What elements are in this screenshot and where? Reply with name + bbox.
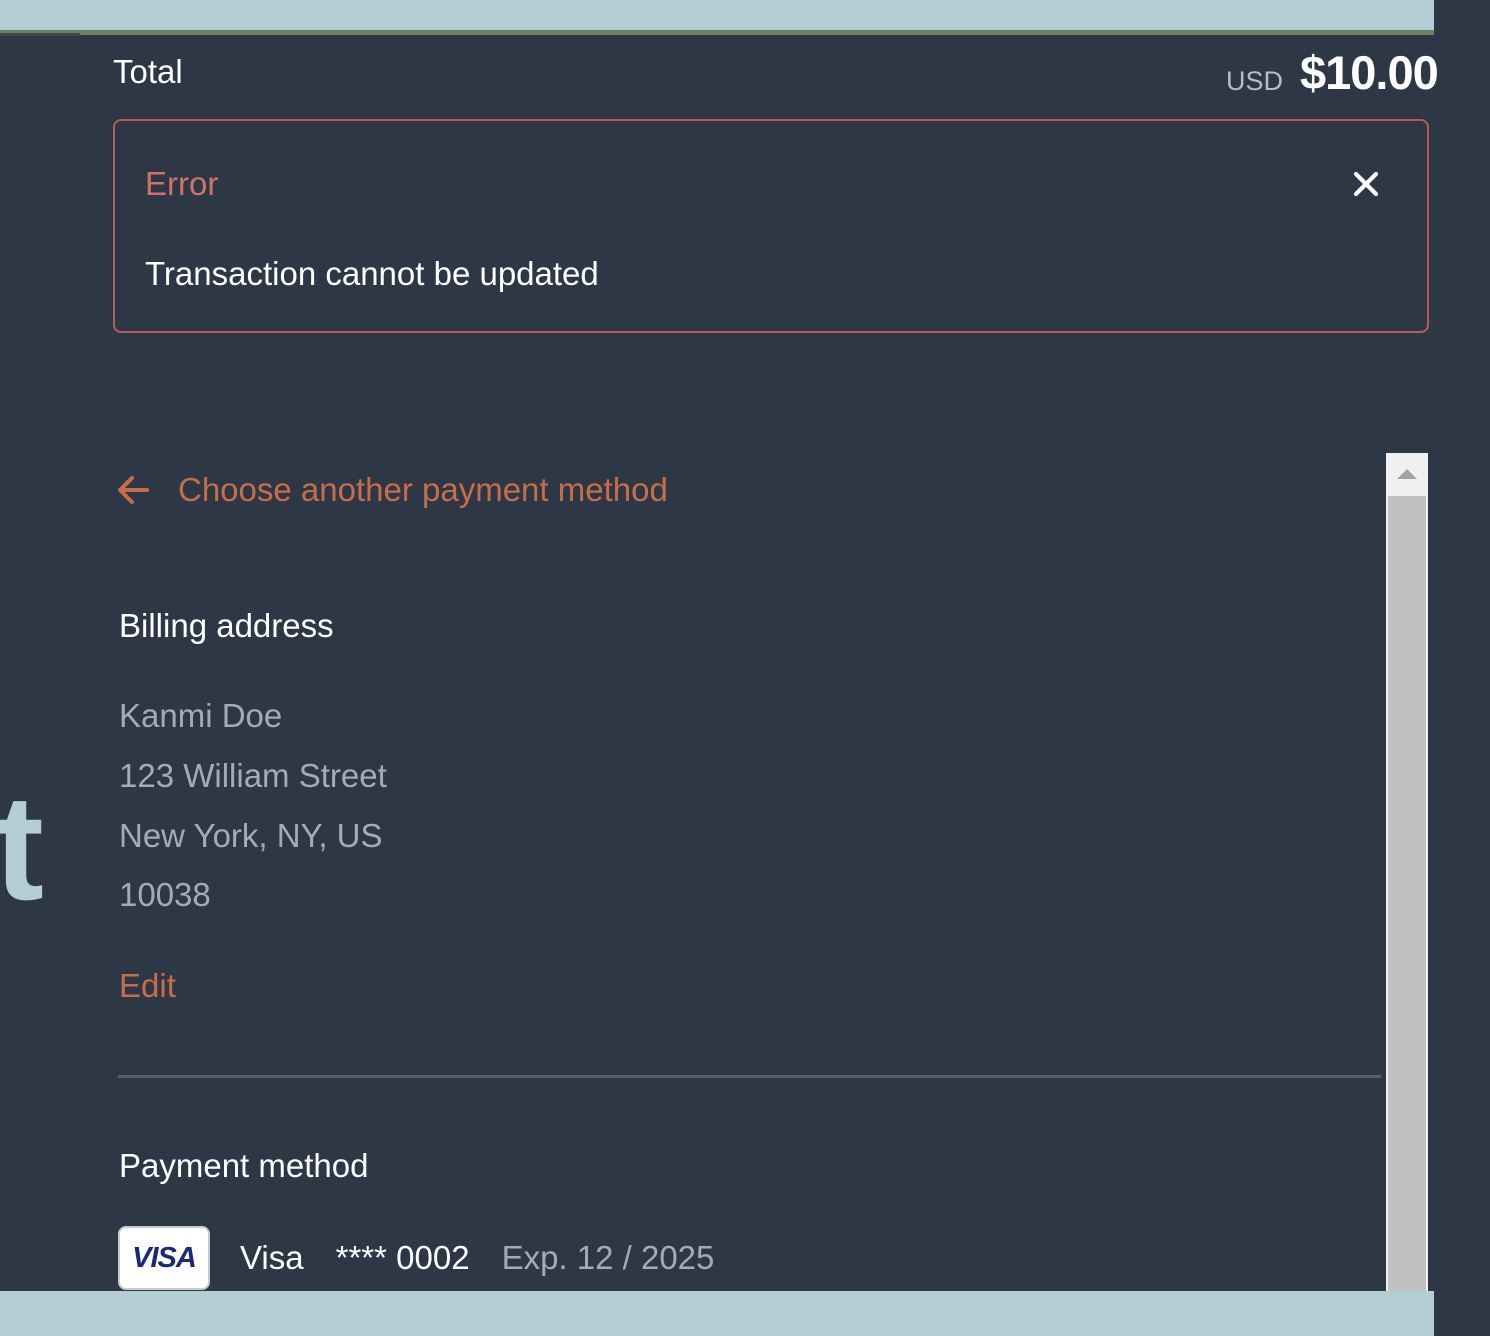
saved-card-row: VISA Visa **** 0002 Exp. 12 / 2025	[118, 1226, 714, 1290]
top-band	[0, 0, 1434, 30]
bottom-band	[0, 1291, 1434, 1336]
billing-name: Kanmi Doe	[119, 697, 283, 734]
visa-logo-icon: VISA	[118, 1226, 210, 1290]
error-message: Transaction cannot be updated	[145, 255, 599, 292]
back-link-label: Choose another payment method	[178, 471, 668, 508]
billing-postal-code: 10038	[119, 876, 211, 913]
payment-method-heading: Payment method	[119, 1147, 369, 1184]
arrow-left-icon	[118, 476, 149, 504]
section-divider	[118, 1075, 1381, 1078]
scroll-up-button[interactable]	[1386, 453, 1428, 493]
top-accent-shadow	[0, 33, 80, 36]
scroll-up-arrow-icon	[1397, 469, 1417, 479]
error-alert: Error Transaction cannot be updated	[113, 119, 1429, 333]
edit-billing-address-link[interactable]: Edit	[119, 967, 176, 1005]
scrollbar-thumb[interactable]	[1388, 496, 1426, 1291]
billing-city-line: New York, NY, US	[119, 817, 383, 854]
card-masked-number: **** 0002	[335, 1239, 470, 1276]
error-title: Error	[145, 165, 219, 202]
top-accent-bar	[0, 30, 1434, 35]
card-brand: Visa	[240, 1239, 304, 1276]
card-expiry: Exp. 12 / 2025	[501, 1239, 715, 1276]
billing-street: 123 William Street	[119, 757, 387, 794]
close-icon	[1353, 171, 1379, 197]
choose-another-payment-method-link[interactable]: Choose another payment method	[116, 468, 668, 512]
close-error-button[interactable]	[1343, 161, 1389, 207]
background-heading-fragment: t	[0, 772, 44, 922]
billing-address-heading: Billing address	[119, 607, 334, 644]
total-currency: USD	[1226, 66, 1284, 96]
checkout-page: t Total USD $10.00 Error Transaction can…	[0, 0, 1490, 1336]
total-label: Total	[113, 53, 183, 90]
total-amount: $10.00	[1300, 46, 1439, 99]
vertical-scrollbar[interactable]	[1386, 453, 1428, 1291]
